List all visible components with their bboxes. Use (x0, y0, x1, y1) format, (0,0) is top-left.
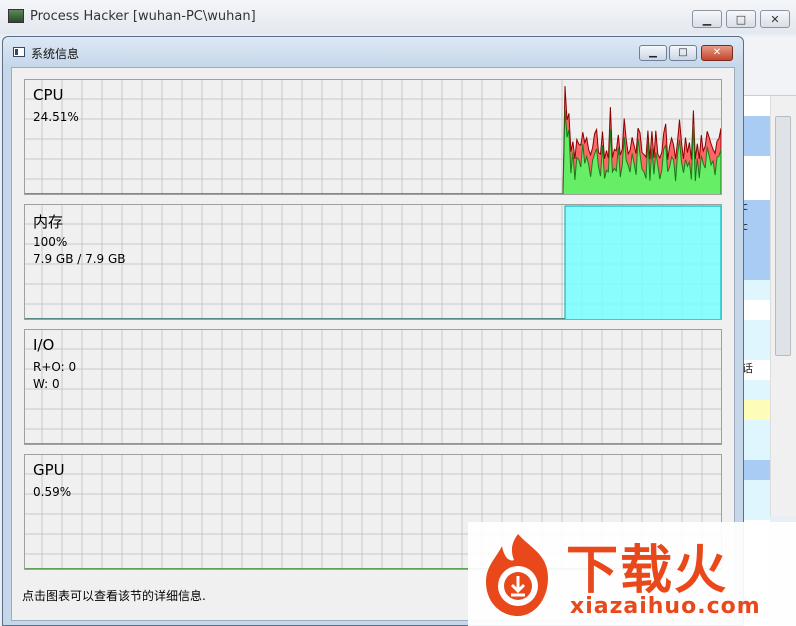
list-item[interactable] (740, 240, 770, 260)
dialog-titlebar[interactable]: 系统信息 ▁ □ ✕ (3, 37, 743, 67)
memory-panel[interactable]: 内存 100% 7.9 GB / 7.9 GB (24, 204, 722, 320)
list-item[interactable] (740, 500, 770, 520)
watermark: 下载火 xiazaihuo.com (468, 522, 796, 626)
list-item[interactable] (740, 116, 770, 136)
watermark-url: xiazaihuo.com (570, 594, 761, 619)
io-write-value: W: 0 (33, 377, 60, 391)
list-item[interactable] (740, 96, 770, 116)
list-item[interactable] (740, 320, 770, 340)
gpu-usage-value: 0.59% (33, 485, 72, 499)
background-minimize-button[interactable]: ▁ (692, 10, 722, 28)
memory-percent-value: 100% (33, 235, 68, 249)
background-tab-area (740, 36, 796, 96)
gpu-label: GPU (33, 461, 65, 479)
flame-logo-icon (486, 534, 548, 616)
background-maximize-button[interactable]: □ (726, 10, 756, 28)
io-graph (25, 330, 721, 444)
minimize-icon: ▁ (649, 47, 657, 58)
list-item[interactable]: 话 (740, 360, 770, 380)
io-read-other-value: R+O: 0 (33, 360, 77, 374)
list-item[interactable] (740, 340, 770, 360)
list-item[interactable] (740, 260, 770, 280)
memory-usage-area (564, 205, 721, 319)
dialog-minimize-button[interactable]: ▁ (639, 45, 667, 61)
background-titlebar[interactable]: Process Hacker [wuhan-PC\wuhan] ▁ □ ✕ (0, 0, 796, 34)
io-panel[interactable]: I/O R+O: 0 W: 0 (24, 329, 722, 445)
footer-hint: 点击图表可以查看该节的详细信息. (22, 589, 206, 603)
dialog-close-button[interactable]: ✕ (701, 45, 733, 61)
background-close-button[interactable]: ✕ (760, 10, 790, 28)
dialog-maximize-button[interactable]: □ (669, 45, 697, 61)
list-item[interactable] (740, 460, 770, 480)
list-item[interactable] (740, 136, 770, 156)
cpu-label: CPU (33, 86, 64, 104)
dialog-title: 系统信息 (31, 47, 80, 61)
window-icon (13, 47, 25, 57)
list-item[interactable] (740, 440, 770, 460)
list-item[interactable] (740, 400, 770, 420)
memory-label: 内存 (33, 213, 64, 231)
list-item[interactable]: c (740, 220, 770, 240)
process-hacker-app-icon (8, 9, 24, 23)
list-item[interactable] (740, 420, 770, 440)
minimize-icon: ▁ (702, 12, 712, 26)
io-label: I/O (33, 336, 55, 354)
maximize-icon: □ (735, 12, 747, 26)
list-item[interactable]: c (740, 200, 770, 220)
cpu-graph (25, 80, 721, 194)
memory-amount-value: 7.9 GB / 7.9 GB (33, 252, 126, 266)
background-window-title: Process Hacker [wuhan-PC\wuhan] (30, 9, 256, 24)
close-icon: ✕ (712, 47, 722, 58)
scrollbar-thumb[interactable] (775, 116, 791, 356)
list-item[interactable] (740, 480, 770, 500)
list-item[interactable] (740, 156, 770, 176)
cpu-usage-value: 24.51% (33, 110, 79, 124)
memory-graph (25, 205, 721, 319)
maximize-icon: □ (678, 47, 688, 58)
watermark-brand: 下载火 (566, 541, 729, 601)
background-scrollbar[interactable] (770, 96, 796, 516)
list-item[interactable] (740, 280, 770, 300)
list-item[interactable] (740, 300, 770, 320)
close-icon: ✕ (770, 12, 780, 26)
graph-grid (25, 330, 721, 444)
list-item[interactable] (740, 380, 770, 400)
cpu-panel[interactable]: CPU 24.51% (24, 79, 722, 195)
